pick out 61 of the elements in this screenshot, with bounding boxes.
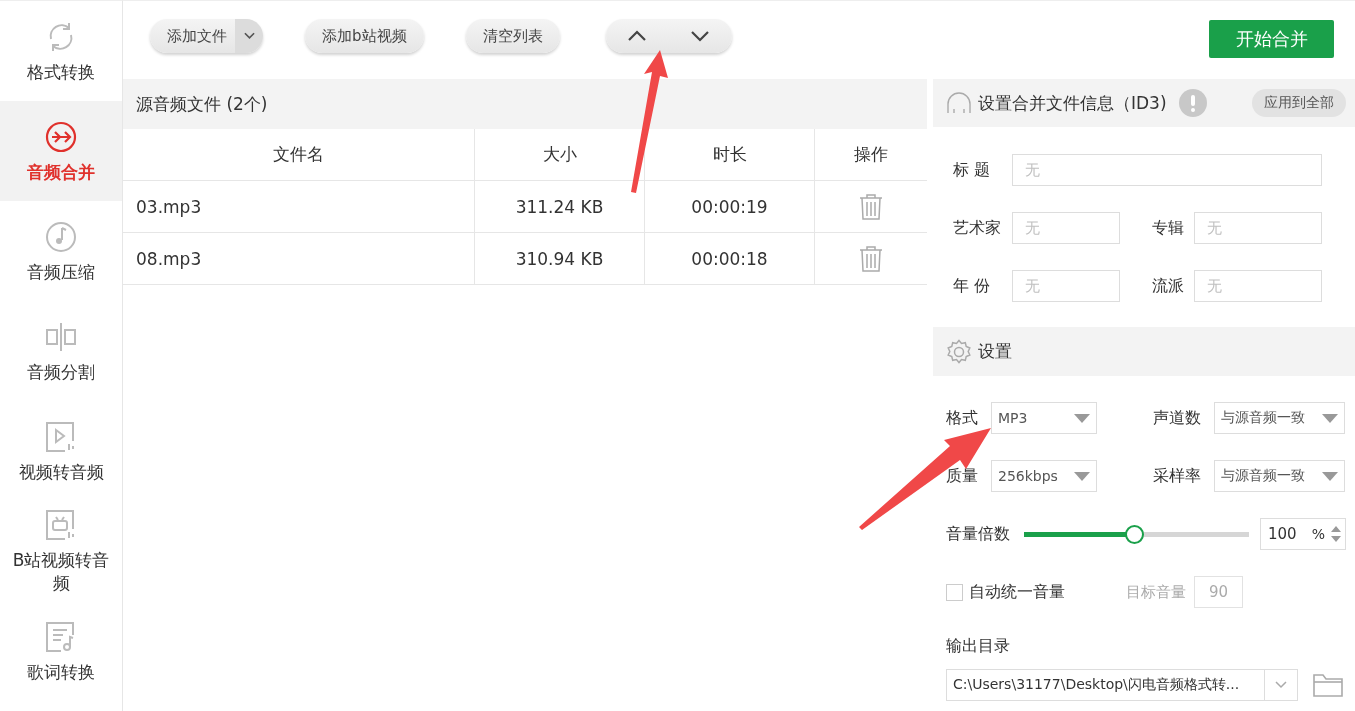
apply-to-all-button[interactable]: 应用到全部 (1252, 89, 1346, 117)
sidebar-item[interactable]: 视频转音频 (0, 401, 122, 501)
spinner-icon (1331, 525, 1341, 543)
caret-icon (1074, 471, 1090, 481)
text-field[interactable]: 无 (1012, 154, 1322, 186)
dropdown[interactable]: 与源音频一致 (1214, 460, 1345, 492)
setting-label: 格式 (946, 407, 979, 429)
field-label: 标 题 (953, 159, 992, 181)
headphones-icon (946, 91, 972, 115)
dropdown[interactable]: MP3 (991, 402, 1097, 434)
settings-title: 设置 (978, 340, 1012, 363)
trash-icon[interactable] (859, 193, 883, 220)
text-field[interactable]: 无 (1012, 212, 1120, 244)
table-cell: 310.94 KB (475, 233, 645, 284)
chevron-up-icon (627, 30, 648, 42)
output-label: 输出目录 (945, 635, 1011, 657)
toolbar-button[interactable]: 清空列表 (465, 19, 560, 53)
auto-volume-checkbox[interactable]: 自动统一音量 (946, 581, 1126, 603)
column-header: 文件名 (123, 129, 475, 180)
target-volume-label: 目标音量 (1126, 582, 1186, 602)
field-label: 年 份 (953, 275, 992, 297)
caret-icon (1322, 471, 1338, 481)
field-label: 流派 (1151, 275, 1185, 297)
setting-label: 声道数 (1153, 407, 1202, 429)
file-list-title: 源音频文件 (2个) (136, 92, 268, 116)
chevron-down-icon (690, 30, 711, 42)
caret-icon (1275, 681, 1287, 689)
field-label: 专辑 (1151, 217, 1185, 239)
output-path-field[interactable]: C:\Users\31177\Desktop\闪电音频格式转... (946, 669, 1298, 701)
table-cell: 08.mp3 (123, 233, 475, 284)
setting-label: 采样率 (1153, 465, 1202, 487)
info-icon[interactable] (1178, 89, 1207, 117)
caret-icon (243, 32, 255, 40)
sidebar-item[interactable]: B站视频转音频 (0, 501, 122, 601)
sidebar-item[interactable]: 音频合并 (0, 101, 122, 201)
setting-label: 质量 (946, 465, 979, 487)
trash-icon[interactable] (859, 245, 883, 272)
sidebar-item[interactable]: 音频分割 (0, 301, 122, 401)
add-file-button[interactable]: 添加文件 (150, 19, 263, 53)
id3-title: 设置合并文件信息（ID3) (978, 91, 1167, 115)
dropdown[interactable]: 与源音频一致 (1214, 402, 1345, 434)
text-field[interactable]: 无 (1194, 270, 1322, 302)
setting-label: 音量倍数 (946, 523, 1010, 545)
toolbar-button[interactable]: 添加b站视频 (305, 19, 424, 53)
text-field[interactable]: 无 (1194, 212, 1322, 244)
column-header: 操作 (853, 143, 889, 166)
folder-icon[interactable] (1313, 672, 1343, 698)
caret-icon (1074, 413, 1090, 423)
table-cell: 00:00:19 (645, 181, 815, 232)
settings-icon (946, 338, 972, 365)
field-label: 艺术家 (953, 217, 1002, 239)
volume-spin-field[interactable]: 100 % (1260, 518, 1346, 550)
sidebar-item[interactable]: 格式转换 (0, 1, 122, 101)
table-cell: 00:00:18 (645, 233, 815, 284)
dropdown[interactable]: 256kbps (991, 460, 1097, 492)
caret-icon (1322, 413, 1338, 423)
volume-slider[interactable] (1024, 524, 1249, 544)
sidebar-item[interactable]: 音频压缩 (0, 201, 122, 301)
sidebar-item[interactable]: 歌词转换 (0, 601, 122, 701)
text-field[interactable]: 无 (1012, 270, 1120, 302)
table-cell: 03.mp3 (123, 181, 475, 232)
